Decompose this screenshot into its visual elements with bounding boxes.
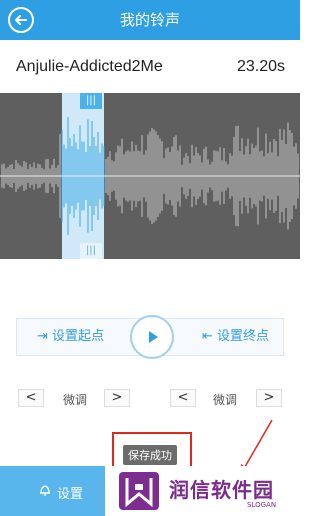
bell-icon — [40, 485, 50, 496]
control-panel: ⇥ 设置起点 ⇤ 设置终点 — [16, 315, 284, 359]
fine-tune-end: < 微调 > — [168, 389, 286, 409]
brand-slogan: SLOGAN — [247, 501, 277, 509]
set-start-button[interactable]: ⇥ 设置起点 — [37, 319, 104, 355]
watermark: 润信软件园 SLOGAN — [105, 466, 300, 516]
song-duration: 23.20s — [236, 58, 285, 75]
fine-tune-start-next-button[interactable]: > — [104, 389, 130, 407]
set-end-label: 设置终点 — [216, 329, 269, 344]
set-end-icon: ⇤ — [201, 329, 213, 344]
fine-tune-end-label: 微调 — [213, 393, 238, 407]
settings-label: 设置 — [57, 487, 84, 502]
song-name: Anjulie-Addicted2Me — [16, 58, 163, 75]
bottom-bar: 设置 润信软件园 SLOGAN — [0, 466, 300, 516]
fine-tune-start-label: 微调 — [63, 393, 88, 407]
fine-tune-end-next-button[interactable]: > — [256, 389, 282, 407]
set-start-label: 设置起点 — [52, 329, 105, 344]
fine-tune-end-prev-button[interactable]: < — [170, 389, 196, 407]
play-button[interactable] — [130, 315, 174, 359]
selection-handle-top[interactable]: ||| — [80, 93, 102, 109]
selection-handle-bottom[interactable]: ||| — [80, 243, 102, 259]
brand-name: 润信软件园 — [169, 478, 274, 502]
play-icon — [149, 331, 158, 343]
save-success-toast: 保存成功 — [123, 445, 177, 465]
waveform-graph — [0, 117, 300, 235]
top-bar: 我的铃声 — [0, 0, 300, 40]
waveform[interactable]: ||| ||| — [0, 93, 300, 259]
set-end-button[interactable]: ⇤ 设置终点 — [202, 319, 269, 355]
set-start-icon: ⇥ — [37, 329, 48, 344]
settings-button[interactable]: 设置 — [0, 466, 105, 516]
fine-tune-start: < 微调 > — [16, 389, 134, 409]
page-title: 我的铃声 — [119, 11, 180, 29]
brand-logo-icon — [119, 472, 159, 510]
fine-tune-start-prev-button[interactable]: < — [18, 389, 44, 407]
